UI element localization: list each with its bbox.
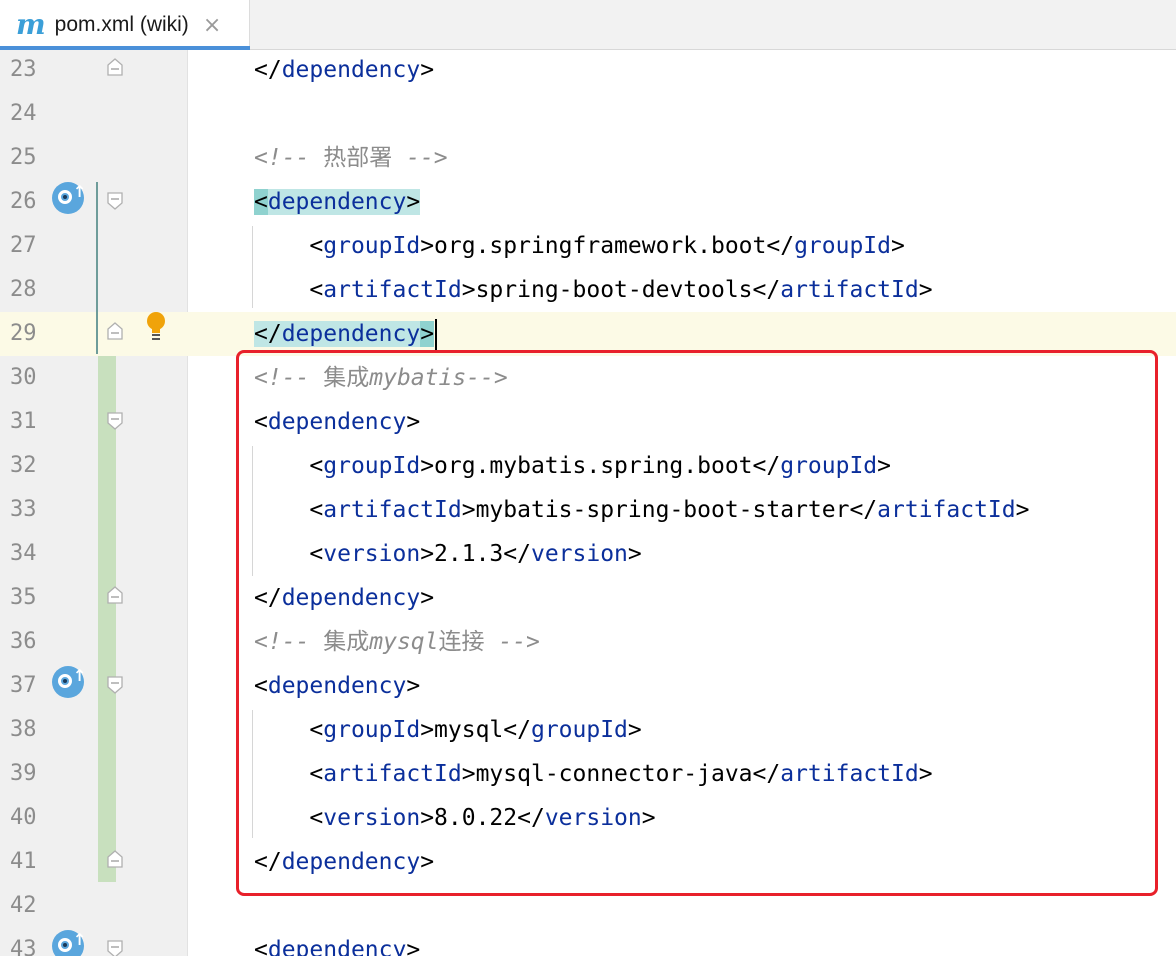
code-token: > [406,937,421,956]
code-token: < [254,189,268,215]
highlight-annotation-box [236,350,1158,896]
indent-guide [252,226,253,308]
code-token: < [254,937,268,956]
code-line[interactable]: 24 [0,92,1176,136]
fold-marker-icon[interactable] [107,676,123,694]
xml-tag-name: dependency [281,57,421,83]
fold-marker-icon[interactable] [107,192,123,210]
xml-tag-name: groupId [323,233,421,259]
xml-tag-name: artifactId [780,277,919,303]
fold-marker-icon[interactable] [107,322,123,340]
lightbulb-icon[interactable] [146,310,166,344]
line-number: 35 [10,585,37,610]
line-number: 42 [10,893,37,918]
fold-marker-icon[interactable] [107,586,123,604]
xml-tag-name: dependency [267,937,407,956]
code-text[interactable]: <!-- 热部署 --> [254,136,448,180]
gutter-implemented-icon[interactable]: ↑ [52,666,86,698]
line-number: 37 [10,673,37,698]
line-number: 33 [10,497,37,522]
code-line[interactable]: 28 <artifactId>spring-boot-devtools</art… [0,268,1176,312]
vcs-modified-marker[interactable] [96,182,98,354]
line-number: 27 [10,233,37,258]
line-number: 34 [10,541,37,566]
xml-tag-name: dependency [281,321,421,347]
fold-marker-icon[interactable] [107,940,123,956]
code-token: >org.springframework.boot</ [420,233,795,259]
code-line[interactable]: 27 <groupId>org.springframework.boot</gr… [0,224,1176,268]
line-number: 30 [10,365,37,390]
code-token: > [891,233,905,259]
code-token: > [918,277,933,303]
xml-tag-name: dependency [267,189,407,215]
close-icon[interactable]: × [203,13,221,38]
code-editor[interactable]: 23 </dependency> 24 25 <!-- 热部署 --> 26 <depend… [0,50,1176,956]
code-text[interactable]: <dependency> [254,180,421,224]
xml-comment: <!-- [254,145,324,171]
code-line[interactable]: 43 <dependency> [0,928,1176,956]
code-token: > [420,57,435,83]
line-number: 38 [10,717,37,742]
line-number: 41 [10,849,37,874]
xml-comment: 热部署 [323,145,393,171]
line-number: 40 [10,805,37,830]
fold-marker-icon[interactable] [107,412,123,430]
line-number: 32 [10,453,37,478]
code-token: > [420,321,435,347]
maven-file-icon: m [16,8,46,41]
gutter-implemented-icon[interactable]: ↑ [52,182,86,214]
code-text[interactable]: <groupId>org.springframework.boot</group… [254,224,905,268]
code-token: < [254,277,324,303]
line-number: 36 [10,629,37,654]
code-token: </ [254,321,282,347]
line-number: 26 [10,189,37,214]
fold-marker-icon[interactable] [107,850,123,868]
xml-tag-name: groupId [794,233,891,259]
tab-title: pom.xml (wiki) [54,13,189,36]
line-number: 23 [10,57,37,82]
code-line[interactable]: 25 <!-- 热部署 --> [0,136,1176,180]
code-token: >spring-boot-devtools</ [461,277,781,303]
code-text[interactable]: </dependency> [254,50,434,92]
line-number: 24 [10,101,37,126]
tab-pom-xml[interactable]: m pom.xml (wiki) × [0,0,250,50]
code-token: < [254,233,324,259]
code-line[interactable]: 26 <dependency> [0,180,1176,224]
line-number: 39 [10,761,37,786]
code-token: > [406,189,421,215]
code-line[interactable]: 23 </dependency> [0,50,1176,92]
editor-tab-bar: m pom.xml (wiki) × [0,0,1176,50]
text-caret [435,318,438,351]
xml-tag-name: artifactId [323,277,462,303]
line-number: 25 [10,145,37,170]
code-text[interactable]: <dependency> [254,928,420,956]
line-number: 29 [10,321,37,346]
line-number: 28 [10,277,37,302]
gutter-implemented-icon[interactable]: ↑ [52,930,86,956]
xml-comment: --> [392,145,448,171]
code-token: </ [254,57,282,83]
code-text[interactable]: <artifactId>spring-boot-devtools</artifa… [254,268,933,312]
line-number: 43 [10,937,37,956]
line-number: 31 [10,409,37,434]
fold-marker-icon[interactable] [107,58,123,76]
vcs-added-marker[interactable] [98,356,116,882]
